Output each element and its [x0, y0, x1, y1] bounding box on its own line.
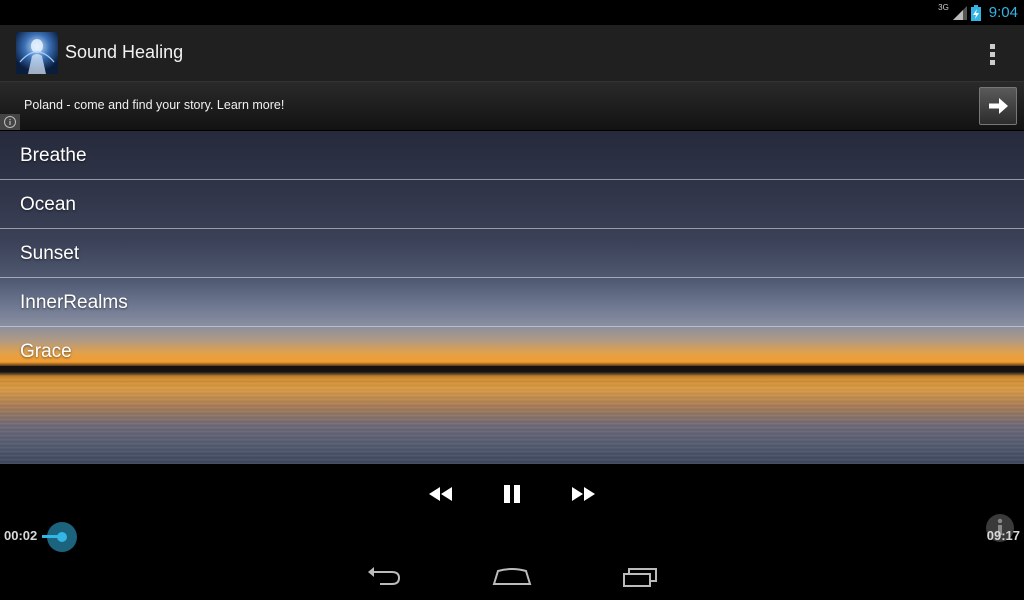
- elapsed-time: 00:02: [4, 528, 38, 543]
- status-clock: 9:04: [988, 4, 1018, 21]
- track-item-ocean[interactable]: Ocean: [0, 180, 1024, 229]
- track-item-breathe[interactable]: Breathe: [0, 131, 1024, 180]
- water-reflection: [0, 375, 1024, 464]
- track-label: InnerRealms: [20, 292, 128, 313]
- action-bar: Sound Healing: [0, 25, 1024, 82]
- overflow-menu-icon[interactable]: [982, 41, 1002, 67]
- track-label: Grace: [20, 341, 72, 362]
- player-controls: 00:02 09:17: [0, 464, 1024, 552]
- app-title: Sound Healing: [65, 42, 184, 62]
- track-item-innerrealms[interactable]: InnerRealms: [0, 278, 1024, 327]
- app-logo-icon[interactable]: [16, 32, 58, 74]
- network-type: 3G: [938, 3, 949, 12]
- info-icon[interactable]: [0, 114, 20, 130]
- track-item-grace[interactable]: Grace: [0, 327, 1024, 375]
- track-item-sunset[interactable]: Sunset: [0, 229, 1024, 278]
- track-label: Breathe: [20, 145, 87, 166]
- rewind-icon[interactable]: [424, 482, 458, 506]
- recent-apps-icon[interactable]: [620, 562, 660, 590]
- track-list: Breathe Ocean Sunset InnerRealms Grace: [0, 131, 1024, 464]
- signal-icon: [952, 5, 967, 20]
- pause-icon[interactable]: [495, 482, 529, 506]
- ad-text[interactable]: Poland - come and find your story. Learn…: [24, 98, 284, 112]
- track-label: Ocean: [20, 194, 76, 215]
- arrow-right-icon[interactable]: [979, 87, 1017, 125]
- navigation-bar: [0, 552, 1024, 600]
- home-icon[interactable]: [492, 562, 532, 590]
- status-icons: 3G 9:04: [938, 0, 1018, 25]
- back-icon[interactable]: [364, 562, 404, 590]
- status-bar: 3G 9:04: [0, 0, 1024, 25]
- ad-banner[interactable]: Poland - come and find your story. Learn…: [0, 82, 1024, 130]
- battery-charging-icon: [970, 4, 981, 21]
- seek-thumb[interactable]: [47, 522, 77, 552]
- fast-forward-icon[interactable]: [566, 482, 600, 506]
- track-label: Sunset: [20, 243, 80, 264]
- total-duration: 09:17: [986, 528, 1020, 543]
